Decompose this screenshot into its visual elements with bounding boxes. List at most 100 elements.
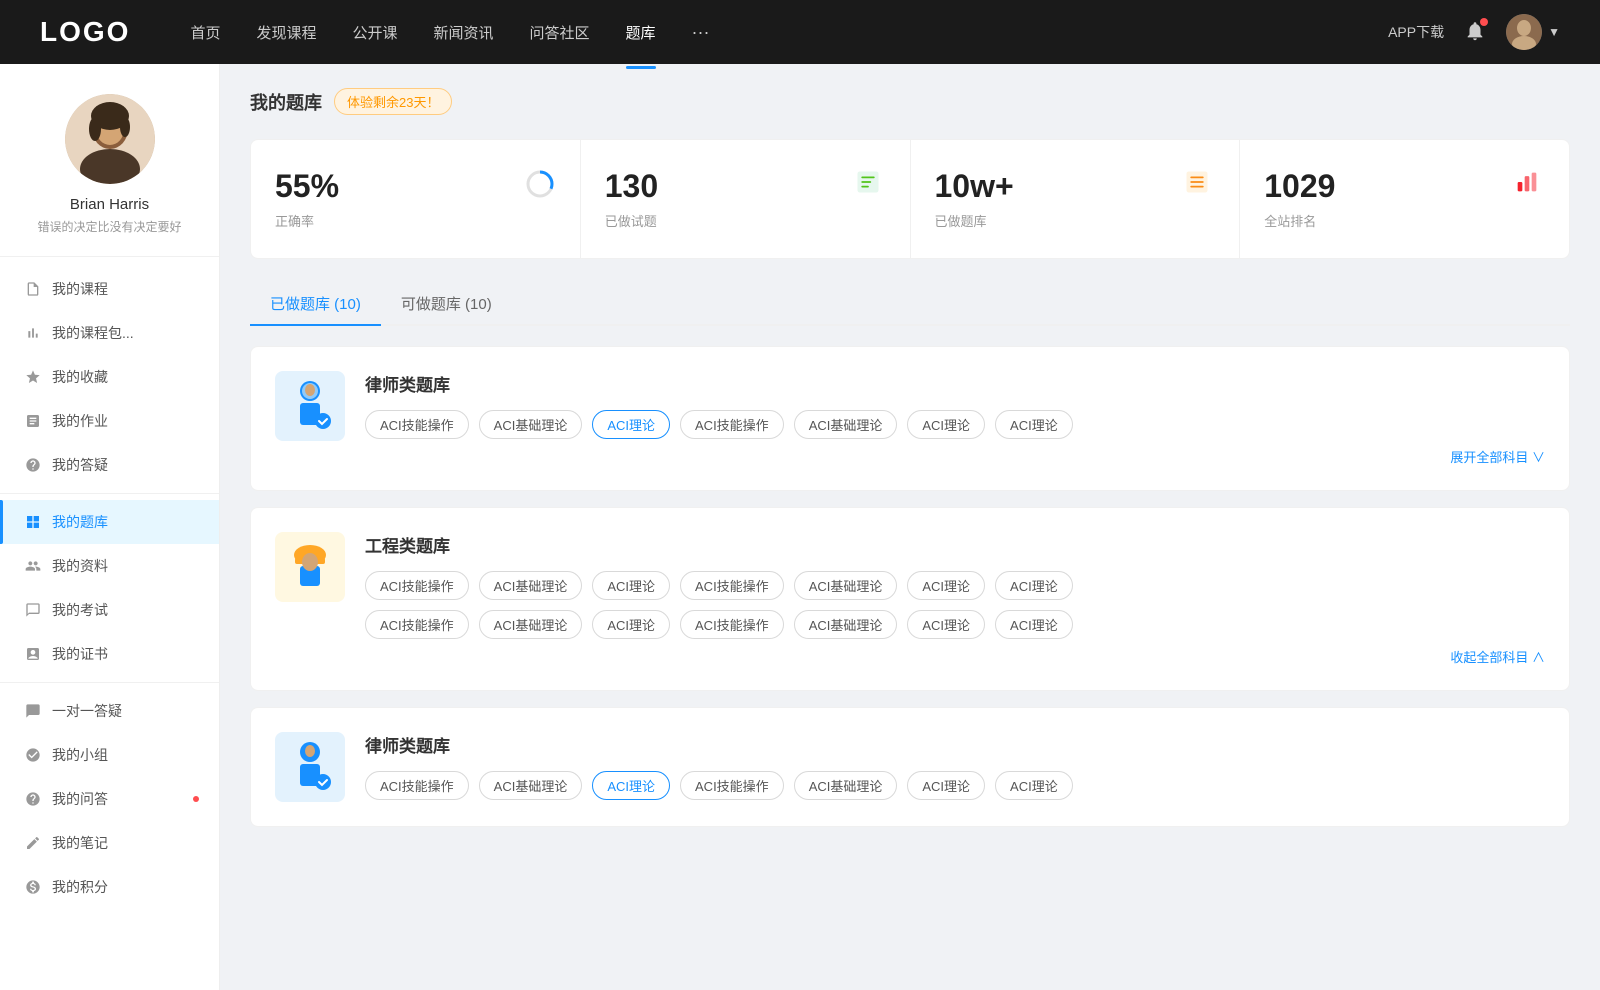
expand-link-lawyer1[interactable]: 展开全部科目 ∨ <box>365 447 1545 466</box>
tab-done-banks[interactable]: 已做题库 (10) <box>250 283 381 324</box>
tag-lawyer2-5[interactable]: ACI理论 <box>907 771 985 800</box>
sidebar-item-label: 我的作业 <box>52 411 108 431</box>
qbank-tags-engineer-row1: ACI技能操作 ACI基础理论 ACI理论 ACI技能操作 ACI基础理论 AC… <box>365 571 1545 600</box>
tag-eng2-4[interactable]: ACI基础理论 <box>794 610 898 639</box>
qbank-name-lawyer1: 律师类题库 <box>365 371 1545 396</box>
qbank-card-header-lawyer2: 律师类题库 ACI技能操作 ACI基础理论 ACI理论 ACI技能操作 ACI基… <box>275 732 1545 802</box>
tag-eng2-2[interactable]: ACI理论 <box>592 610 670 639</box>
sidebar-item-groups[interactable]: 我的小组 <box>0 733 219 777</box>
user-avatar <box>1506 14 1542 50</box>
sidebar-item-certificate[interactable]: 我的证书 <box>0 632 219 676</box>
sidebar-item-notes[interactable]: 我的笔记 <box>0 821 219 865</box>
sidebar-item-questions[interactable]: 我的问答 <box>0 777 219 821</box>
sidebar-item-qbank[interactable]: 我的题库 <box>0 500 219 544</box>
qbank-icon-lawyer <box>275 371 345 441</box>
sidebar-item-label: 我的题库 <box>52 512 108 532</box>
tag-lawyer1-0[interactable]: ACI技能操作 <box>365 410 469 439</box>
sidebar-item-course-packages[interactable]: 我的课程包... <box>0 311 219 355</box>
header: LOGO 首页 发现课程 公开课 新闻资讯 问答社区 题库 ··· APP下载 … <box>0 0 1600 64</box>
tag-lawyer1-4[interactable]: ACI基础理论 <box>794 410 898 439</box>
page-title: 我的题库 <box>250 89 322 115</box>
sidebar-item-label: 我的资料 <box>52 556 108 576</box>
tag-eng1-6[interactable]: ACI理论 <box>995 571 1073 600</box>
tag-lawyer2-4[interactable]: ACI基础理论 <box>794 771 898 800</box>
tag-eng2-0[interactable]: ACI技能操作 <box>365 610 469 639</box>
nav-news[interactable]: 新闻资讯 <box>434 18 494 47</box>
nav-home[interactable]: 首页 <box>190 18 220 47</box>
qbank-info-engineer: 工程类题库 ACI技能操作 ACI基础理论 ACI理论 ACI技能操作 ACI基… <box>365 532 1545 666</box>
tag-lawyer2-1[interactable]: ACI基础理论 <box>479 771 583 800</box>
sidebar-item-exam[interactable]: 我的考试 <box>0 588 219 632</box>
app-download-button[interactable]: APP下载 <box>1388 22 1444 42</box>
page-header: 我的题库 体验剩余23天！ <box>250 88 1570 115</box>
nav-open-course[interactable]: 公开课 <box>352 18 397 47</box>
sidebar-item-qa[interactable]: 我的答疑 <box>0 443 219 487</box>
question-circle-icon <box>24 456 42 474</box>
tag-eng1-1[interactable]: ACI基础理论 <box>479 571 583 600</box>
tag-lawyer2-6[interactable]: ACI理论 <box>995 771 1073 800</box>
tag-eng2-6[interactable]: ACI理论 <box>995 610 1073 639</box>
tab-available-banks[interactable]: 可做题库 (10) <box>381 283 512 324</box>
sidebar-item-label: 我的考试 <box>52 600 108 620</box>
tabs: 已做题库 (10) 可做题库 (10) <box>250 283 1570 326</box>
notification-bell[interactable] <box>1464 20 1486 45</box>
sidebar-item-label: 我的小组 <box>52 745 108 765</box>
tag-eng2-3[interactable]: ACI技能操作 <box>680 610 784 639</box>
logo[interactable]: LOGO <box>40 16 130 48</box>
tag-eng2-1[interactable]: ACI基础理论 <box>479 610 583 639</box>
nav-qa[interactable]: 问答社区 <box>530 18 590 47</box>
qbank-card-header: 律师类题库 ACI技能操作 ACI基础理论 ACI理论 ACI技能操作 ACI基… <box>275 371 1545 466</box>
tag-eng1-4[interactable]: ACI基础理论 <box>794 571 898 600</box>
stats-row: 55% 正确率 130 已做试题 <box>250 139 1570 259</box>
tag-eng1-3[interactable]: ACI技能操作 <box>680 571 784 600</box>
banks-icon <box>1183 168 1215 200</box>
chevron-down-icon: ▼ <box>1548 25 1560 39</box>
qbank-icon-engineer <box>275 532 345 602</box>
accuracy-icon <box>524 168 556 200</box>
stat-accuracy-value: 55% <box>275 168 339 205</box>
stat-accuracy-label: 正确率 <box>275 211 314 230</box>
sidebar-item-label: 我的问答 <box>52 789 108 809</box>
tag-lawyer2-0[interactable]: ACI技能操作 <box>365 771 469 800</box>
star-icon <box>24 368 42 386</box>
tag-lawyer1-3[interactable]: ACI技能操作 <box>680 410 784 439</box>
nav-more[interactable]: ··· <box>692 18 710 47</box>
qbank-card-engineer1: 工程类题库 ACI技能操作 ACI基础理论 ACI理论 ACI技能操作 ACI基… <box>250 507 1570 691</box>
collapse-link-engineer[interactable]: 收起全部科目 ∧ <box>365 647 1545 666</box>
tag-lawyer1-1[interactable]: ACI基础理论 <box>479 410 583 439</box>
pie-chart-icon <box>524 168 556 200</box>
tag-eng2-5[interactable]: ACI理论 <box>907 610 985 639</box>
sidebar-item-profile[interactable]: 我的资料 <box>0 544 219 588</box>
bar-chart-red-icon <box>1513 168 1541 196</box>
menu-divider <box>0 493 219 494</box>
doc-icon <box>24 601 42 619</box>
tag-lawyer1-5[interactable]: ACI理论 <box>907 410 985 439</box>
sidebar-item-points[interactable]: 我的积分 <box>0 865 219 909</box>
points-icon <box>24 878 42 896</box>
qbank-card-lawyer2: 律师类题库 ACI技能操作 ACI基础理论 ACI理论 ACI技能操作 ACI基… <box>250 707 1570 827</box>
sidebar-item-homework[interactable]: 我的作业 <box>0 399 219 443</box>
rank-icon <box>1513 168 1545 200</box>
nav-qbank[interactable]: 题库 <box>626 18 656 47</box>
stat-questions-label: 已做试题 <box>605 211 657 230</box>
tag-eng1-5[interactable]: ACI理论 <box>907 571 985 600</box>
tag-lawyer1-2[interactable]: ACI理论 <box>592 410 670 439</box>
sidebar-item-one-on-one[interactable]: 一对一答疑 <box>0 689 219 733</box>
questions-icon <box>854 168 886 200</box>
tag-lawyer1-6[interactable]: ACI理论 <box>995 410 1073 439</box>
user-menu[interactable]: ▼ <box>1506 14 1560 50</box>
sidebar-menu: 我的课程 我的课程包... 我的收藏 我的作业 <box>0 257 219 919</box>
sidebar-item-label: 一对一答疑 <box>52 701 122 721</box>
tag-lawyer2-2[interactable]: ACI理论 <box>592 771 670 800</box>
tag-eng1-2[interactable]: ACI理论 <box>592 571 670 600</box>
lawyer-icon-svg <box>285 379 335 434</box>
nav-discover[interactable]: 发现课程 <box>256 18 316 47</box>
tag-eng1-0[interactable]: ACI技能操作 <box>365 571 469 600</box>
stat-rank-label: 全站排名 <box>1264 211 1316 230</box>
qbank-info-lawyer1: 律师类题库 ACI技能操作 ACI基础理论 ACI理论 ACI技能操作 ACI基… <box>365 371 1545 466</box>
sidebar-item-favorites[interactable]: 我的收藏 <box>0 355 219 399</box>
tag-lawyer2-3[interactable]: ACI技能操作 <box>680 771 784 800</box>
trial-badge: 体验剩余23天！ <box>334 88 452 115</box>
sidebar-item-my-courses[interactable]: 我的课程 <box>0 267 219 311</box>
qbank-tags-lawyer1: ACI技能操作 ACI基础理论 ACI理论 ACI技能操作 ACI基础理论 AC… <box>365 410 1545 439</box>
